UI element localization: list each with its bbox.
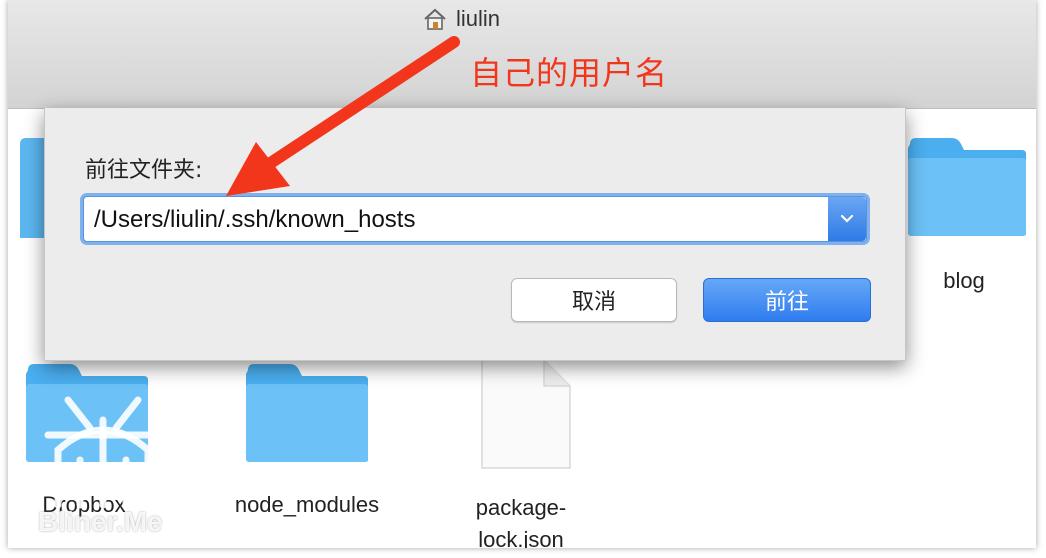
home-icon bbox=[424, 8, 446, 30]
chevron-down-icon bbox=[840, 214, 854, 223]
path-input[interactable] bbox=[92, 197, 816, 243]
window-title-text: liulin bbox=[456, 6, 501, 31]
annotation-text: 自己的用户名 bbox=[470, 54, 669, 92]
path-field[interactable] bbox=[83, 196, 867, 243]
watermark-logo-icon bbox=[44, 396, 162, 509]
file-label: node_modules bbox=[234, 492, 380, 517]
path-dropdown-button[interactable] bbox=[828, 197, 866, 241]
finder-window: liulin 自己的用户名 blog Dropbox node_modules … bbox=[8, 0, 1036, 548]
folder-icon[interactable] bbox=[244, 360, 370, 464]
go-button[interactable]: 前往 bbox=[703, 278, 871, 322]
file-label: package-lock.json bbox=[475, 495, 567, 548]
title-bar: liulin 自己的用户名 bbox=[8, 0, 1036, 109]
dialog-label: 前往文件夹: bbox=[85, 158, 203, 183]
cancel-button[interactable]: 取消 bbox=[511, 278, 677, 322]
file-label: blog bbox=[943, 268, 985, 293]
document-icon[interactable] bbox=[478, 358, 574, 472]
watermark-text: Bliner.Me bbox=[38, 506, 163, 537]
folder-icon[interactable] bbox=[906, 136, 1028, 238]
window-title: liulin bbox=[422, 6, 500, 32]
go-to-folder-dialog: 前往文件夹: 取消 前往 bbox=[44, 108, 906, 361]
